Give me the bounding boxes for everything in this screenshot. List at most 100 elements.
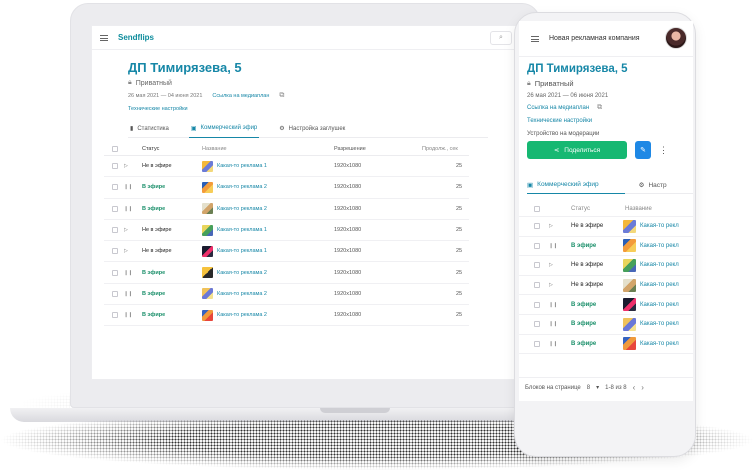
row-checkbox[interactable]	[112, 248, 118, 255]
ad-name-link[interactable]: Какая-то рекл	[640, 243, 679, 249]
ad-thumbnail	[623, 239, 636, 253]
pause-icon[interactable]: ❙❙	[549, 243, 557, 249]
media-plan-link[interactable]: Ссылка на медиаплан	[527, 105, 589, 111]
ad-name-link[interactable]: Какая-то реклама 2	[217, 291, 267, 297]
select-all-checkbox[interactable]	[112, 145, 118, 152]
laptop-screen: Sendflips ⌕ ДП Тимирязева, 5 🔒︎ Приватны…	[91, 25, 521, 380]
media-plan-link[interactable]: Ссылка на медиаплан	[212, 93, 269, 99]
pause-icon[interactable]: ❙❙	[124, 312, 132, 318]
table-row[interactable]: ▷ Не в эфире Какая-то рекл	[519, 276, 693, 296]
table-row[interactable]: ▷ Не в эфире Какая-то рекл	[519, 217, 693, 237]
ad-name-link[interactable]: Какая-то рекл	[640, 341, 679, 347]
brand-logo[interactable]: Sendflips	[118, 33, 154, 42]
pause-icon[interactable]: ❙❙	[124, 291, 132, 297]
row-checkbox[interactable]	[534, 321, 540, 328]
duration-value: 25	[456, 248, 463, 255]
ad-name-link[interactable]: Какая-то реклама 1	[217, 248, 267, 254]
ad-name-link[interactable]: Какая-то реклама 1	[217, 227, 267, 233]
more-icon[interactable]: ⋮	[659, 145, 668, 156]
ad-name-link[interactable]: Какая-то реклама 2	[217, 184, 267, 190]
share-button[interactable]: ⋖ Поделиться	[527, 141, 627, 159]
row-checkbox[interactable]	[534, 262, 540, 269]
table-row[interactable]: ❙❙ В эфире Какая-то рекл	[519, 335, 693, 355]
play-icon[interactable]: ▷	[549, 223, 553, 229]
pause-icon[interactable]: ❙❙	[124, 184, 132, 190]
row-checkbox[interactable]	[112, 163, 118, 170]
ad-name-link[interactable]: Какая-то рекл	[640, 302, 679, 308]
tab-label: Статистика	[137, 125, 169, 132]
table-row[interactable]: ❙❙ В эфире Какая-то реклама 2 1920x1080 25	[104, 199, 469, 220]
pause-icon[interactable]: ❙❙	[549, 321, 557, 327]
row-checkbox[interactable]	[112, 227, 118, 234]
ad-thumbnail	[623, 258, 636, 272]
row-checkbox[interactable]	[112, 184, 118, 191]
ad-name-link[interactable]: Какая-то рекл	[640, 282, 679, 288]
chevron-down-icon[interactable]: ▾	[596, 384, 599, 391]
row-checkbox[interactable]	[534, 301, 540, 308]
status-label: В эфире	[571, 242, 597, 249]
table-row[interactable]: ❙❙ В эфире Какая-то реклама 2 1920x1080 25	[104, 177, 469, 199]
pause-icon[interactable]: ❙❙	[549, 302, 557, 308]
ad-name-link[interactable]: Какая-то реклама 2	[217, 270, 267, 276]
pause-icon[interactable]: ❙❙	[549, 341, 557, 347]
table-header: Статус Название Разрешение Продолж., сек	[104, 142, 469, 156]
play-icon[interactable]: ▷	[124, 163, 128, 169]
play-icon[interactable]: ▷	[549, 262, 553, 268]
copy-icon[interactable]: ⧉	[597, 104, 602, 112]
gear-icon: ⚙	[638, 182, 645, 189]
per-page-select[interactable]: 8	[587, 385, 590, 391]
table-row[interactable]: ❙❙ В эфире Какая-то рекл	[519, 315, 693, 335]
tab-commercial[interactable]: ▣ Коммерческий эфир	[527, 176, 625, 194]
table-row[interactable]: ❙❙ В эфире Какая-то реклама 2 1920x1080 25	[104, 262, 469, 284]
ad-name-link[interactable]: Какая-то рекл	[640, 262, 679, 268]
ad-name-link[interactable]: Какая-то реклама 2	[217, 312, 267, 318]
column-name: Название	[202, 145, 227, 152]
tab-commercial[interactable]: ▣ Коммерческий эфир	[188, 120, 260, 138]
row-checkbox[interactable]	[112, 290, 118, 297]
tech-settings-link[interactable]: Технические настройки	[527, 118, 685, 124]
tab-placeholders[interactable]: ⚙ Настройка заглушек	[277, 120, 347, 138]
ad-name-link[interactable]: Какая-то рекл	[640, 223, 679, 229]
row-checkbox[interactable]	[534, 340, 540, 347]
tab-label: Настр	[648, 181, 667, 189]
tech-settings-link[interactable]: Технические настройки	[128, 106, 520, 112]
resolution-value: 1920x1080	[334, 227, 362, 234]
row-checkbox[interactable]	[534, 242, 540, 249]
table-row[interactable]: ❙❙ В эфире Какая-то рекл	[519, 295, 693, 315]
ad-thumbnail	[623, 298, 636, 312]
row-checkbox[interactable]	[112, 269, 118, 276]
menu-icon[interactable]	[100, 34, 108, 41]
tab-settings[interactable]: ⚙ Настр	[639, 176, 667, 194]
table-row[interactable]: ▷ Не в эфире Какая-то реклама 1 1920x1080 25	[104, 220, 469, 242]
row-checkbox[interactable]	[112, 205, 118, 212]
prev-page-icon[interactable]: ‹	[633, 383, 636, 392]
table-row[interactable]: ❙❙ В эфире Какая-то рекл	[519, 237, 693, 257]
select-all-checkbox[interactable]	[534, 205, 540, 212]
table-row[interactable]: ▷ Не в эфире Какая-то рекл	[519, 256, 693, 276]
search-icon[interactable]: ⌕	[490, 31, 512, 45]
table-row[interactable]: ▷ Не в эфире Какая-то реклама 1 1920x1080 25	[104, 241, 469, 263]
table-row[interactable]: ❙❙ В эфире Какая-то реклама 2 1920x1080 25	[104, 305, 469, 327]
ad-name-link[interactable]: Какая-то реклама 1	[217, 163, 267, 169]
row-checkbox[interactable]	[112, 312, 118, 319]
row-checkbox[interactable]	[534, 223, 540, 230]
copy-icon[interactable]: ⧉	[279, 92, 284, 100]
column-status: Статус	[571, 205, 590, 212]
menu-icon[interactable]	[531, 36, 539, 42]
row-checkbox[interactable]	[534, 282, 540, 289]
next-page-icon[interactable]: ›	[641, 383, 644, 392]
ad-name-link[interactable]: Какая-то рекл	[640, 321, 679, 327]
play-icon[interactable]: ▷	[549, 282, 553, 288]
pause-icon[interactable]: ❙❙	[124, 270, 132, 276]
tab-statistics[interactable]: ▮ Статистика	[128, 120, 171, 138]
resolution-value: 1920x1080	[334, 184, 362, 191]
play-icon[interactable]: ▷	[124, 248, 128, 254]
play-icon[interactable]: ▷	[124, 227, 128, 233]
avatar[interactable]	[665, 27, 687, 49]
pause-icon[interactable]: ❙❙	[124, 206, 132, 212]
table-row[interactable]: ❙❙ В эфире Какая-то реклама 2 1920x1080 25	[104, 284, 469, 306]
laptop-tabs: ▮ Статистика ▣ Коммерческий эфир ⚙ Настр…	[128, 120, 488, 138]
ad-name-link[interactable]: Какая-то реклама 2	[217, 206, 267, 212]
table-row[interactable]: ▷ Не в эфире Какая-то реклама 1 1920x1080 25	[104, 156, 469, 178]
edit-button[interactable]: ✎	[635, 141, 651, 159]
